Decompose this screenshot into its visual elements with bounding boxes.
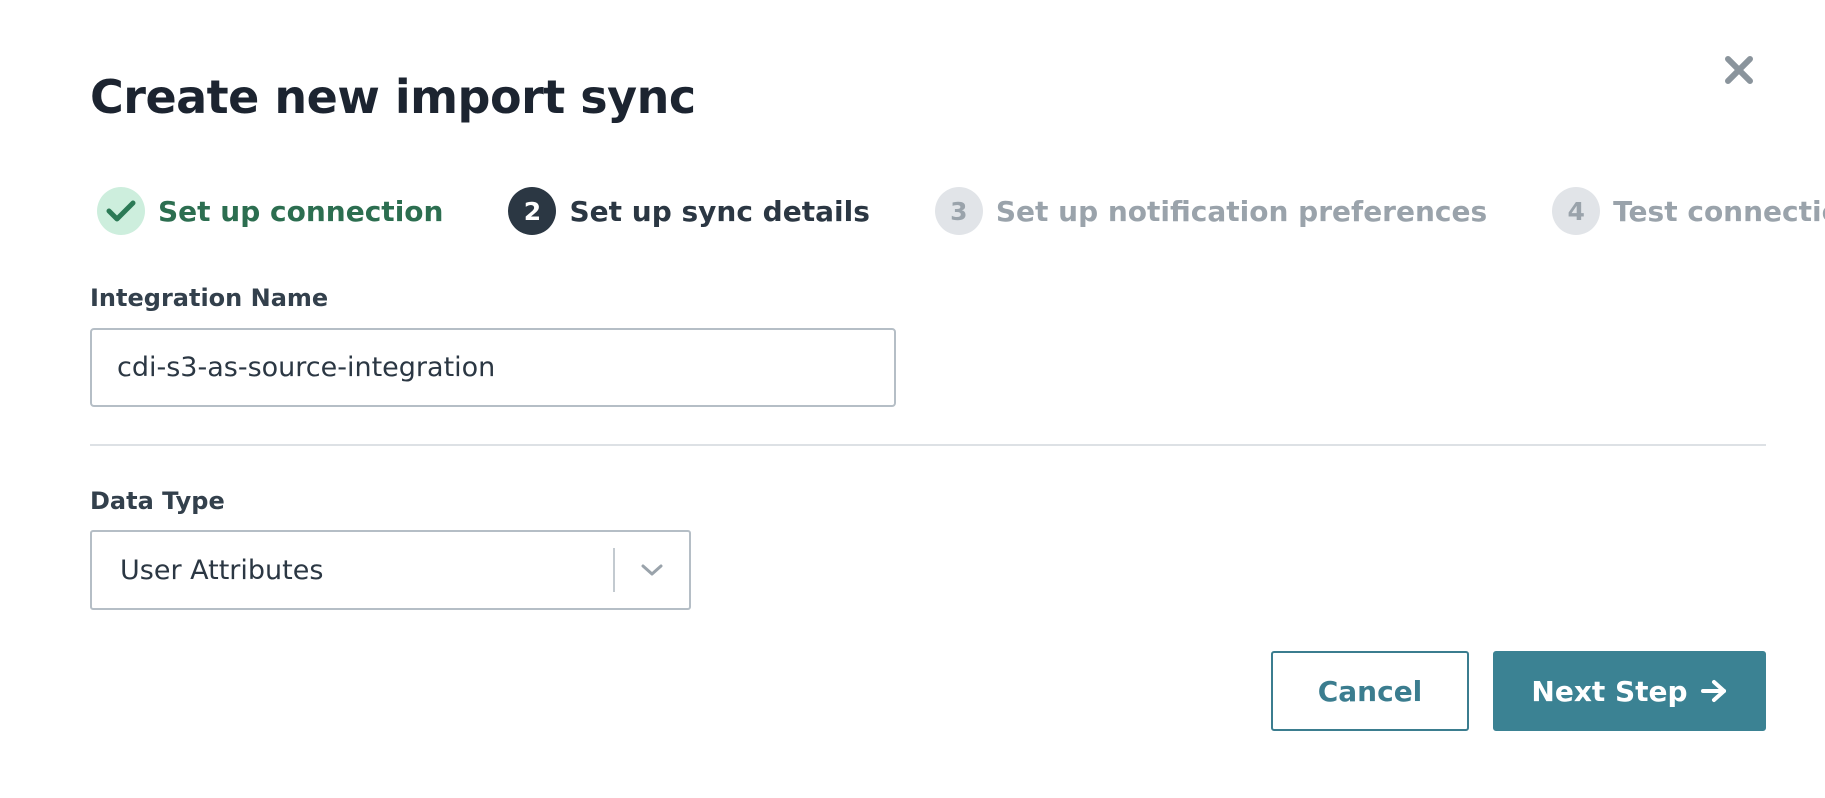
step-label: Set up notification preferences (995, 194, 1488, 228)
data-type-label: Data Type (90, 487, 225, 515)
data-type-selected-value: User Attributes (120, 554, 324, 586)
step-number-badge: 4 (1552, 187, 1601, 235)
close-button[interactable] (1722, 53, 1756, 87)
cancel-button-label: Cancel (1317, 674, 1423, 708)
integration-name-label: Integration Name (90, 284, 329, 312)
step-complete-badge (97, 187, 145, 235)
step-label: Test connection (1613, 194, 1825, 228)
create-import-sync-modal: Create new import sync Set up connection… (0, 0, 1825, 798)
step-number-badge: 3 (934, 187, 983, 235)
step-number-badge: 2 (508, 187, 557, 235)
arrow-right-icon (1700, 679, 1728, 703)
data-type-select[interactable]: User Attributes (90, 530, 691, 610)
cancel-button[interactable]: Cancel (1271, 651, 1469, 731)
step-set-up-sync-details[interactable]: 2 Set up sync details (508, 187, 870, 235)
step-label: Set up connection (158, 194, 444, 228)
modal-title: Create new import sync (90, 70, 696, 124)
divider (90, 444, 1766, 446)
step-set-up-connection[interactable]: Set up connection (97, 187, 443, 235)
check-icon (106, 200, 136, 222)
step-label: Set up sync details (569, 194, 870, 228)
chevron-down-icon (641, 564, 663, 576)
close-icon (1725, 56, 1753, 84)
stepper: Set up connection 2 Set up sync details … (97, 186, 1825, 236)
step-set-up-notification-preferences: 3 Set up notification preferences (934, 187, 1488, 235)
step-test-connection: 4 Test connection (1552, 187, 1825, 235)
next-step-button-label: Next Step (1531, 674, 1688, 708)
dropdown-toggle[interactable] (615, 532, 689, 608)
integration-name-input[interactable] (90, 328, 896, 407)
next-step-button[interactable]: Next Step (1493, 651, 1766, 731)
